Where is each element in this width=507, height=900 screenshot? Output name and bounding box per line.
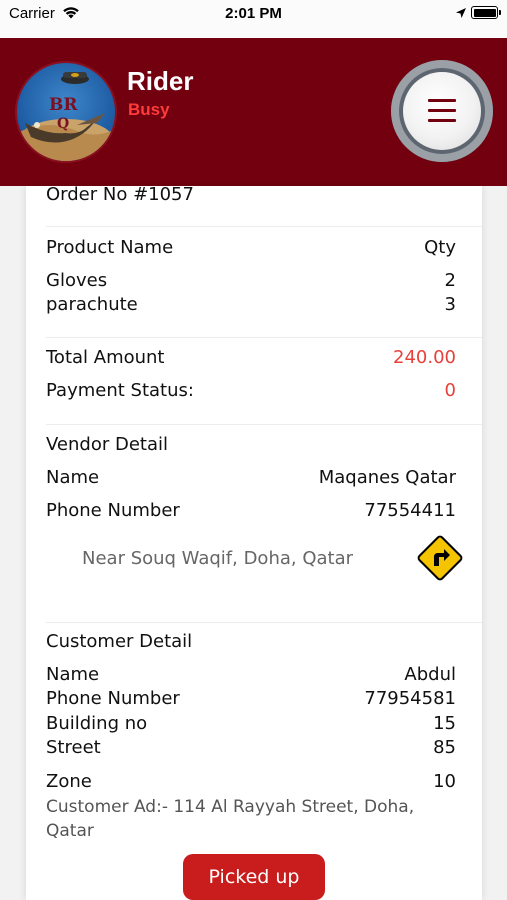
rider-status: Busy (128, 100, 170, 119)
total-amount-label: Total Amount (46, 347, 165, 368)
order-card: Order No #1057 Product Name Qty Gloves 2… (26, 184, 482, 900)
qty-header: Qty (424, 237, 456, 258)
rider-name: Rider (127, 66, 194, 96)
customer-detail-title: Customer Detail (46, 631, 193, 652)
menu-button-face (403, 72, 481, 150)
divider (46, 622, 482, 623)
divider (46, 424, 482, 425)
battery-icon (471, 6, 501, 19)
vendor-detail-title: Vendor Detail (46, 434, 168, 455)
status-bar: Carrier 2:01 PM (0, 0, 507, 38)
menu-icon (428, 99, 456, 129)
route-turn-icon[interactable] (414, 532, 466, 584)
payment-status-value: 0 (444, 380, 456, 401)
vendor-name-value: Maqanes Qatar (318, 467, 456, 488)
divider (46, 337, 482, 338)
payment-status-label: Payment Status: (46, 380, 194, 401)
customer-phone-label: Phone Number (46, 688, 180, 709)
zone-label: Zone (46, 771, 92, 792)
logo-text-top: BR (49, 95, 78, 115)
street-label: Street (46, 737, 101, 758)
rider-avatar: BR Q (15, 61, 117, 163)
order-number: Order No #1057 (46, 184, 194, 205)
customer-name-label: Name (46, 664, 100, 685)
product-item-qty: 3 (444, 294, 456, 315)
zone-value: 10 (433, 771, 456, 792)
vendor-phone-value[interactable]: 77554411 (364, 500, 456, 521)
location-arrow-icon (455, 6, 467, 23)
product-item-qty: 2 (444, 270, 456, 291)
vendor-phone-label: Phone Number (46, 500, 180, 521)
street-value: 85 (433, 737, 456, 758)
product-item-name: parachute (46, 294, 138, 315)
logo-text-bottom: Q (57, 116, 69, 132)
picked-up-button[interactable]: Picked up (183, 854, 325, 900)
customer-address-line1: Customer Ad:- 114 Al Rayyah Street, Doha… (46, 797, 415, 817)
building-no-label: Building no (46, 713, 148, 734)
customer-name-value: Abdul (404, 664, 456, 685)
total-amount-value: 240.00 (393, 347, 456, 368)
clock: 2:01 PM (225, 5, 282, 22)
customer-address-line2: Qatar (46, 821, 94, 841)
vendor-name-label: Name (46, 467, 100, 488)
brq-logo: BR Q (17, 72, 115, 161)
app-header: BR Q Rider Busy (0, 38, 507, 186)
building-no-value: 15 (433, 713, 456, 734)
divider (46, 226, 482, 227)
vendor-address: Near Souq Waqif, Doha, Qatar (82, 548, 354, 569)
customer-phone-value[interactable]: 77954581 (364, 688, 456, 709)
product-item-name: Gloves (46, 270, 108, 291)
product-name-header: Product Name (46, 237, 174, 258)
menu-button[interactable] (391, 60, 493, 162)
